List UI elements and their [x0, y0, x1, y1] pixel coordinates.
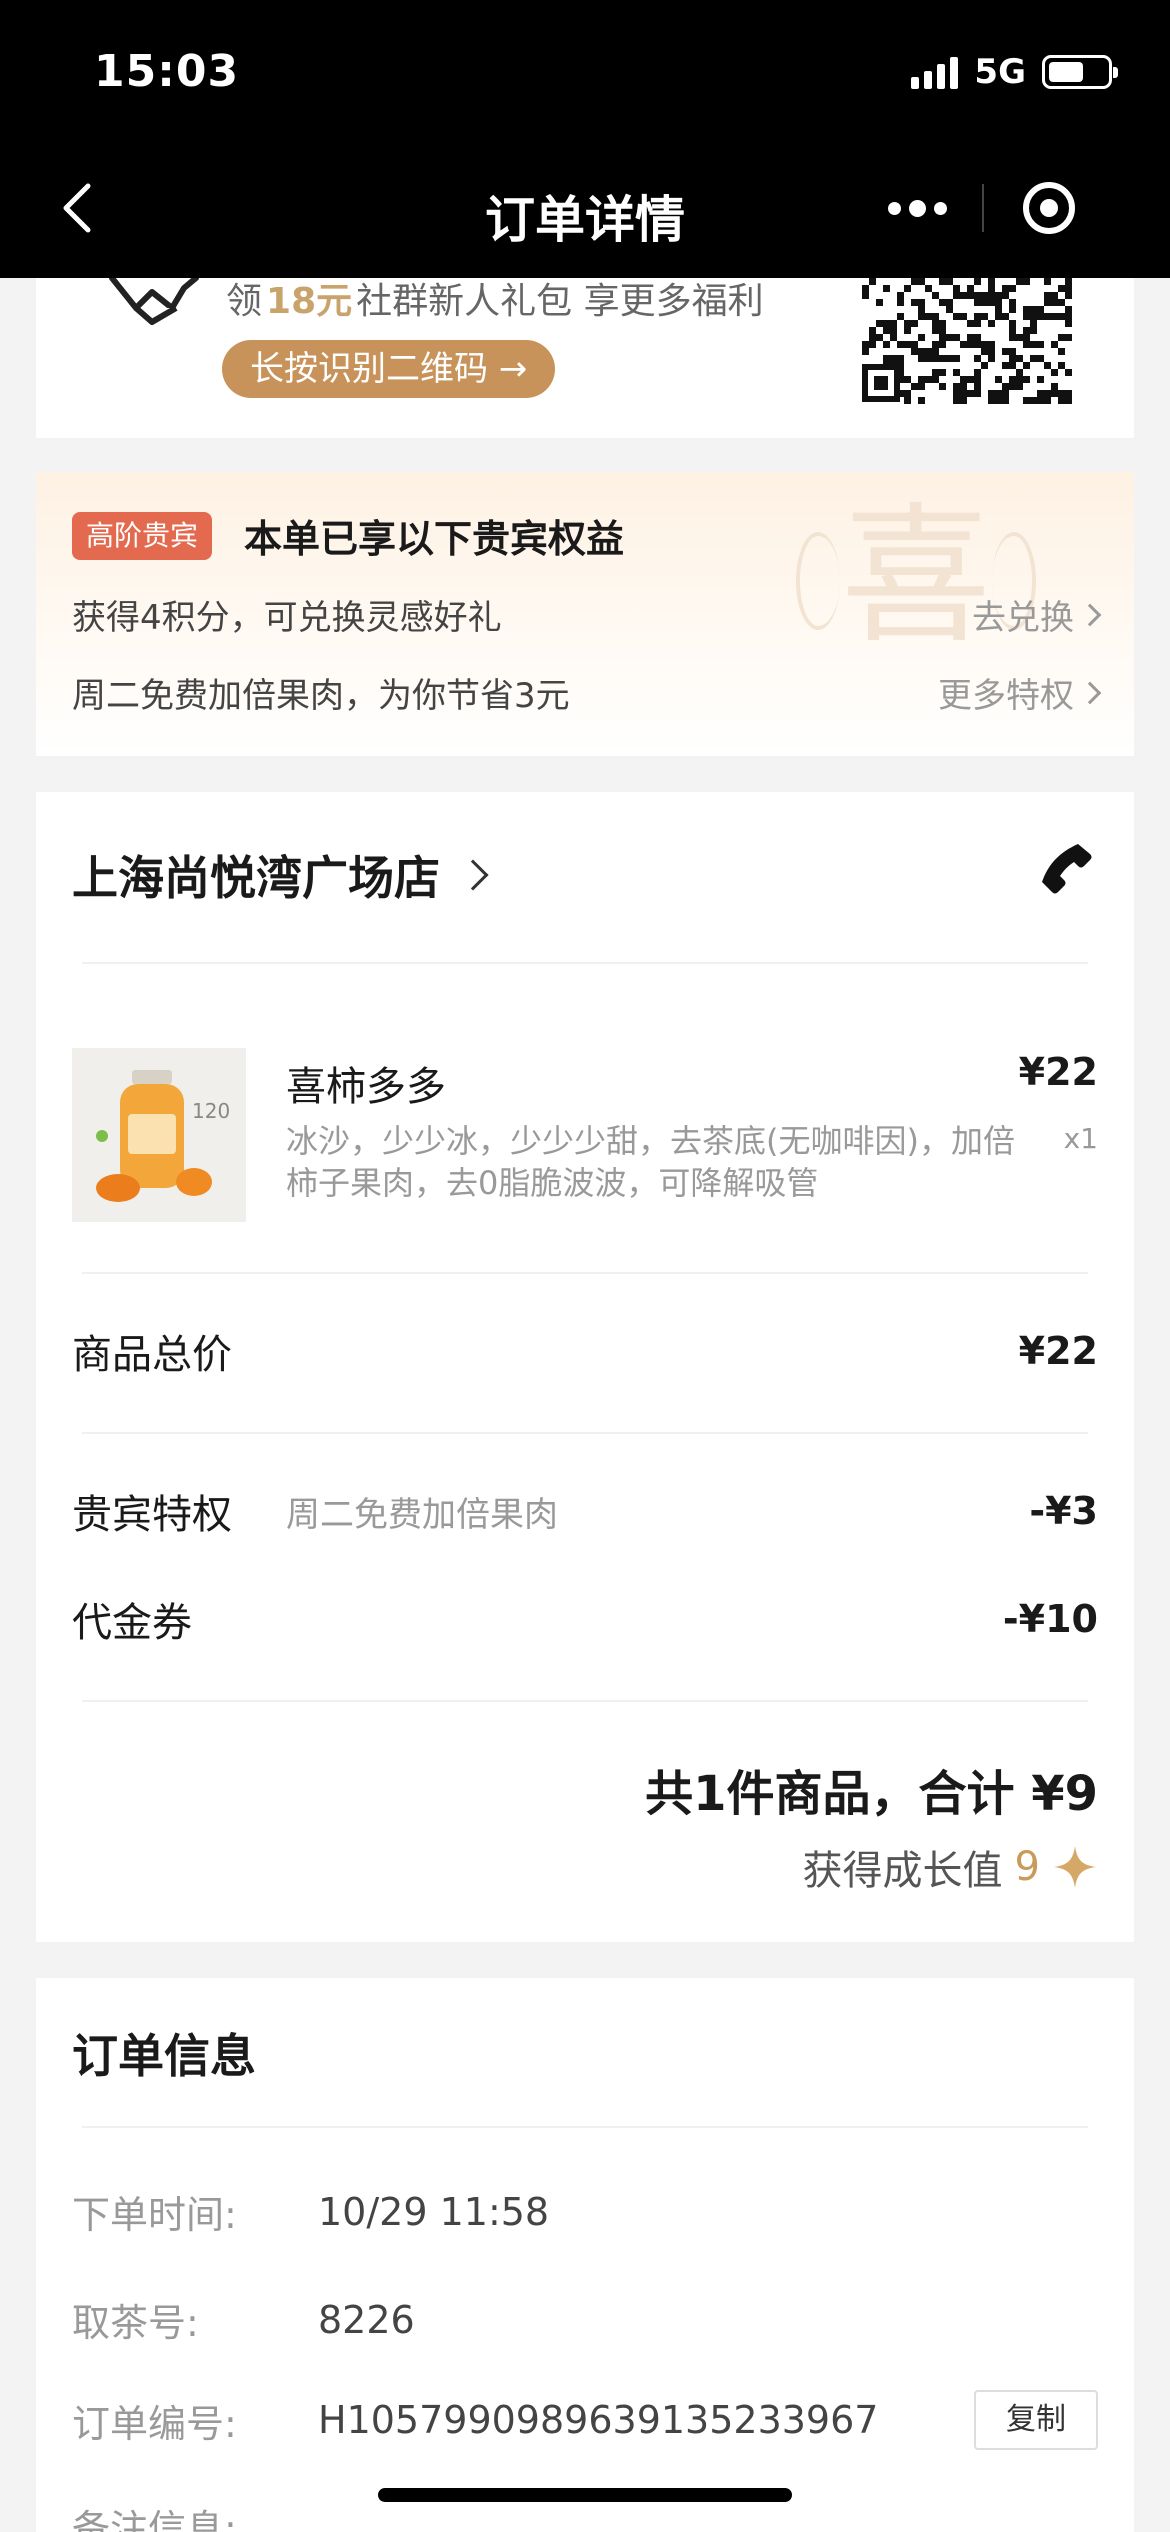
order-number-row: 订单编号: H1057990989639135233967 复制	[72, 2390, 1098, 2450]
vip-badge: 高阶贵宾	[72, 512, 213, 560]
store-name: 上海尚悦湾广场店	[72, 851, 440, 905]
pickup-number-label: 取茶号:	[72, 2301, 199, 2345]
product-bottle-illustration: 120	[72, 1048, 246, 1222]
remark-row: 备注信息:	[72, 2498, 1098, 2532]
mascot-illustration	[109, 278, 199, 325]
vip-discount-row: 贵宾特权 周二免费加倍果肉 -¥3	[72, 1482, 1098, 1540]
more-privileges-link[interactable]: 更多特权	[938, 668, 1102, 717]
vip-points-text: 获得4积分，可兑换灵感好礼	[72, 598, 502, 638]
chevron-right-icon	[1078, 681, 1102, 704]
signal-icon	[911, 55, 959, 89]
close-miniprogram-button[interactable]	[984, 172, 1114, 244]
miniprogram-capsule	[852, 172, 1118, 244]
product-image: 120	[72, 1048, 246, 1222]
scan-qr-button[interactable]: 长按识别二维码 →	[222, 340, 556, 398]
vip-title: 本单已享以下贵宾权益	[244, 517, 625, 561]
vip-discount-label: 贵宾特权	[72, 1492, 232, 1538]
more-privileges-label: 更多特权	[938, 676, 1074, 716]
order-info-card: 订单信息 下单时间: 10/29 11:58 取茶号: 8226 订单编号: H…	[36, 1978, 1134, 2532]
divider	[82, 1272, 1088, 1274]
network-type: 5G	[974, 52, 1026, 92]
vip-privilege-text: 周二免费加倍果肉，为你节省3元	[72, 676, 570, 716]
phone-icon[interactable]	[1038, 840, 1094, 896]
order-info-title: 订单信息	[72, 2029, 256, 2083]
battery-level	[1049, 62, 1083, 82]
product-name: 喜柿多多	[286, 1064, 446, 1110]
redeem-link-label: 去兑换	[972, 598, 1074, 638]
battery-icon	[1042, 55, 1118, 89]
growth-label: 获得成长值	[802, 1848, 1003, 1894]
vip-discount-desc: 周二免费加倍果肉	[286, 1494, 558, 1535]
community-promo-text: 领 18元 社群新人礼包 享更多福利	[226, 272, 764, 324]
divider	[82, 1432, 1088, 1434]
voucher-row: 代金券 -¥10	[72, 1590, 1098, 1648]
remark-label: 备注信息:	[72, 2507, 237, 2532]
order-time-label: 下单时间:	[72, 2193, 237, 2237]
voucher-value: -¥10	[1002, 1597, 1098, 1641]
order-card: 上海尚悦湾广场店 120 喜柿多多 ¥22 x1 冰沙，少少冰，少少少甜，去茶底…	[36, 792, 1134, 1942]
pickup-number-value: 8226	[318, 2297, 415, 2342]
chevron-right-icon	[457, 859, 489, 891]
order-total: 共1件商品，合计 ¥9	[645, 1766, 1098, 1822]
voucher-label: 代金券	[72, 1600, 192, 1646]
copy-button[interactable]: 复制	[974, 2390, 1098, 2450]
status-time: 15:03	[94, 46, 240, 97]
subtotal-value: ¥22	[1018, 1329, 1098, 1373]
home-indicator	[378, 2488, 792, 2502]
subtotal-row: 商品总价 ¥22	[72, 1322, 1098, 1380]
more-icon[interactable]	[852, 172, 982, 244]
qr-code[interactable]	[862, 278, 1074, 404]
growth-value-row: 获得成长值 9	[803, 1838, 1098, 1896]
vip-points-row: 获得4积分，可兑换灵感好礼 去兑换	[72, 590, 1102, 639]
order-number-label: 订单编号:	[72, 2401, 237, 2446]
growth-value: 9	[1014, 1844, 1040, 1890]
svg-text:120: 120	[192, 1099, 230, 1123]
promo-amount: 18元	[266, 281, 353, 322]
divider	[82, 2126, 1088, 2128]
order-time-value: 10/29 11:58	[318, 2189, 550, 2234]
subtotal-label: 商品总价	[72, 1332, 232, 1378]
sparkle-icon	[1054, 1846, 1096, 1888]
top-bar: 15:03 5G 订单详情	[0, 0, 1170, 278]
vip-privilege-row: 周二免费加倍果肉，为你节省3元 更多特权	[72, 668, 1102, 717]
chevron-right-icon	[1078, 603, 1102, 626]
store-link[interactable]: 上海尚悦湾广场店	[72, 842, 489, 908]
community-card: 领 18元 社群新人礼包 享更多福利 长按识别二维码 →	[36, 270, 1134, 438]
target-icon	[1023, 182, 1075, 234]
divider	[82, 1700, 1088, 1702]
pickup-number-row: 取茶号: 8226	[72, 2292, 1098, 2347]
vip-discount-value: -¥3	[1029, 1489, 1098, 1533]
product-price: ¥22	[1018, 1050, 1098, 1094]
order-time-row: 下单时间: 10/29 11:58	[72, 2184, 1098, 2239]
divider	[82, 962, 1088, 964]
promo-suffix: 社群新人礼包 享更多福利	[356, 281, 764, 322]
order-number-value: H1057990989639135233967	[318, 2398, 879, 2442]
vip-benefits-card: 喜 高阶贵宾 本单已享以下贵宾权益 获得4积分，可兑换灵感好礼 去兑换 周二免费…	[36, 472, 1134, 756]
redeem-link[interactable]: 去兑换	[972, 590, 1102, 639]
product-options: 冰沙，少少冰，少少少甜，去茶底(无咖啡因)，加倍柿子果肉，去0脂脆波波，可降解吸…	[286, 1122, 1015, 1202]
status-icons: 5G	[911, 52, 1118, 92]
product-quantity: x1	[1063, 1122, 1098, 1155]
promo-prefix: 领	[226, 281, 263, 322]
